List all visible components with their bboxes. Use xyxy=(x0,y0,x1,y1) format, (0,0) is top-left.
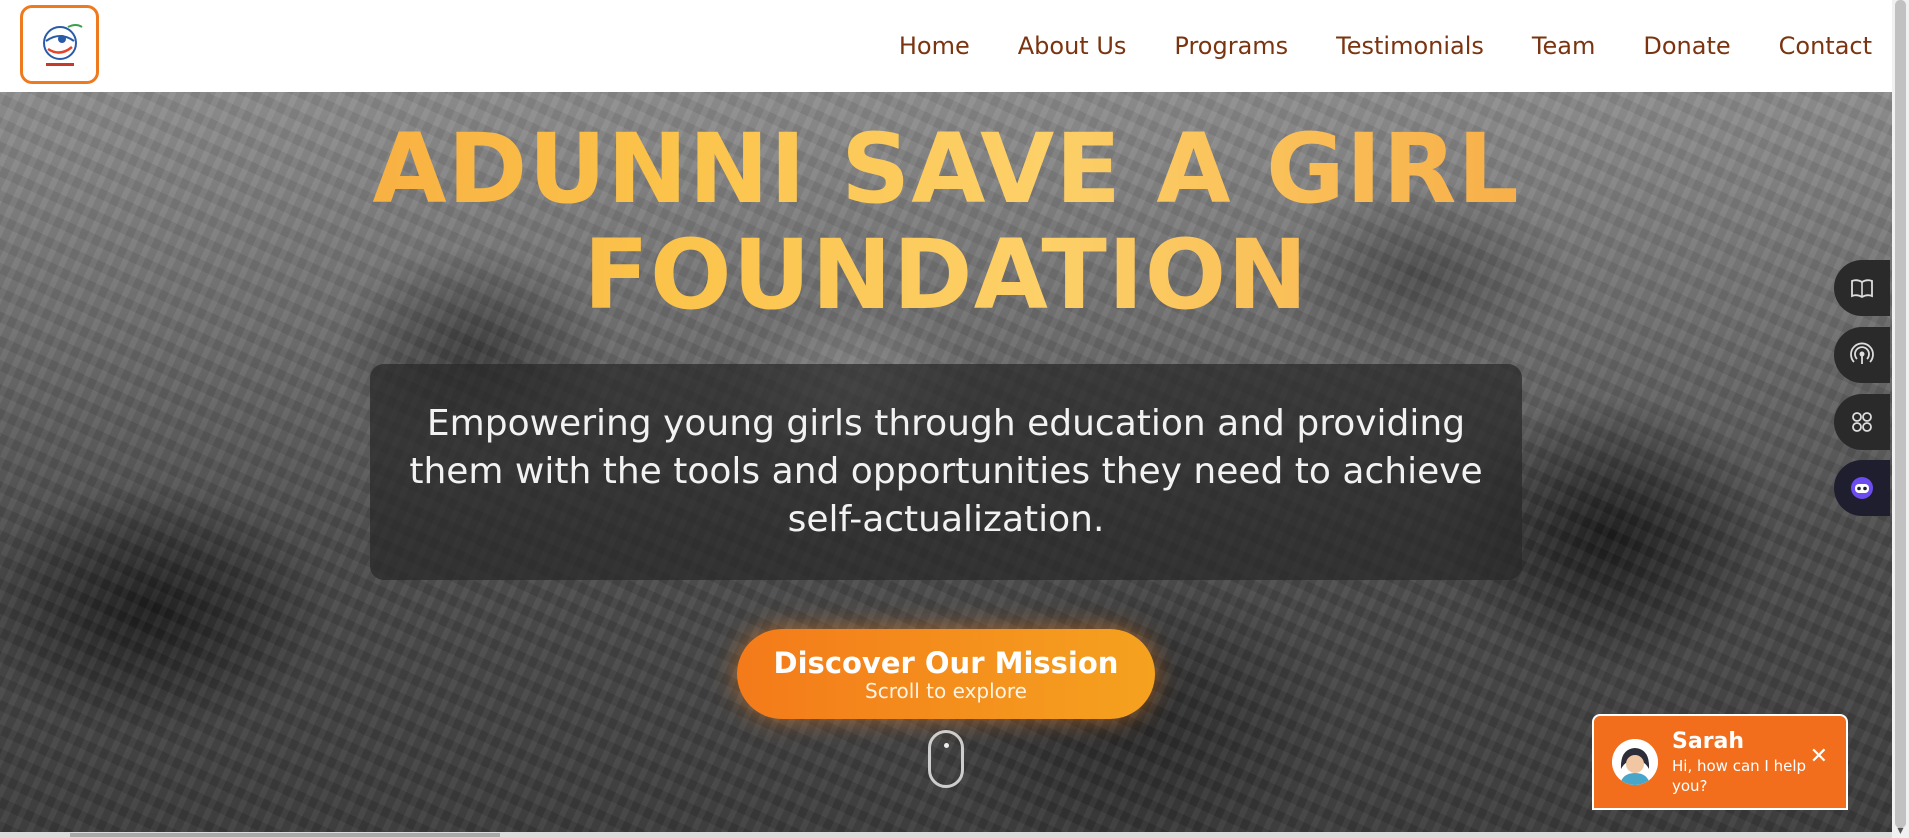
nav-team[interactable]: Team xyxy=(1532,32,1595,60)
scroll-mouse-icon[interactable] xyxy=(928,730,964,788)
logo-globe-icon xyxy=(42,23,83,66)
scrollbar-thumb[interactable] xyxy=(1895,0,1906,828)
horizontal-scrollbar-thumb[interactable] xyxy=(70,833,500,837)
side-tool-broadcast[interactable] xyxy=(1834,327,1890,383)
side-tool-reader[interactable] xyxy=(1834,260,1890,316)
nav-contact[interactable]: Contact xyxy=(1779,32,1872,60)
nav-about-us[interactable]: About Us xyxy=(1018,32,1127,60)
side-tool-apps[interactable] xyxy=(1834,394,1890,450)
cta-label: Discover Our Mission xyxy=(773,646,1119,680)
chat-widget[interactable]: Sarah Hi, how can I help you? ✕ xyxy=(1592,714,1848,810)
hero-title: ADUNNI SAVE A GIRL FOUNDATION xyxy=(0,116,1892,328)
side-tool-assistant[interactable] xyxy=(1834,460,1890,516)
horizontal-scrollbar[interactable] xyxy=(0,832,1892,838)
hero-title-line-1: ADUNNI SAVE A GIRL xyxy=(372,113,1520,225)
nav-donate[interactable]: Donate xyxy=(1643,32,1730,60)
hero-title-line-2: FOUNDATION xyxy=(583,219,1309,331)
nav-home[interactable]: Home xyxy=(899,32,970,60)
hero-tagline: Empowering young girls through education… xyxy=(409,403,1483,540)
apps-icon xyxy=(1852,412,1872,432)
cta-scroll-hint: Scroll to explore xyxy=(865,679,1027,703)
assistant-bot-icon xyxy=(1851,477,1873,499)
chat-agent-avatar xyxy=(1612,739,1658,785)
close-icon[interactable]: ✕ xyxy=(1810,746,1828,768)
nav-programs[interactable]: Programs xyxy=(1174,32,1288,60)
main-nav: Home About Us Programs Testimonials Team… xyxy=(851,0,1872,92)
foundation-logo[interactable] xyxy=(20,5,99,84)
agent-avatar-icon xyxy=(1612,739,1658,785)
tagline-panel: Empowering young girls through education… xyxy=(370,364,1522,580)
discover-mission-button[interactable]: Discover Our Mission Scroll to explore xyxy=(737,629,1155,719)
navbar: Home About Us Programs Testimonials Team… xyxy=(0,0,1892,92)
scroll-down-arrow-icon[interactable]: ▼ xyxy=(1895,826,1906,836)
broadcast-icon xyxy=(1850,342,1874,364)
book-icon xyxy=(1851,279,1873,299)
scroll-mouse-wheel xyxy=(944,743,949,748)
nav-testimonials[interactable]: Testimonials xyxy=(1336,32,1484,60)
